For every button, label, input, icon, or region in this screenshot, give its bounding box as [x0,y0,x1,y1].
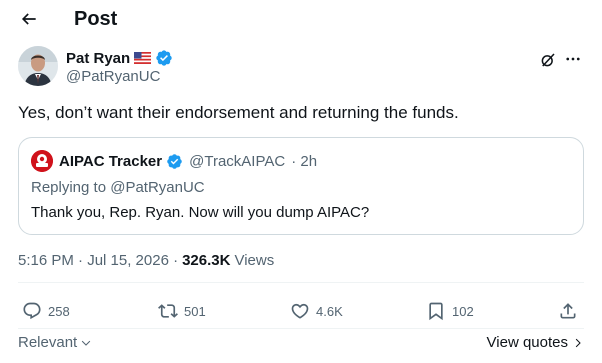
repost-button[interactable]: 501 [158,298,206,324]
post-meta: 5:16 PM · Jul 15, 2026 · 326.3K Views [18,252,274,269]
like-button[interactable]: 4.6K [290,298,343,324]
repost-count: 501 [184,303,206,319]
view-quotes-label: View quotes [486,334,568,351]
post-author: Pat Ryan @PatRyanUC [18,46,584,88]
avatar-photo [18,46,58,86]
quote-author-handle: @TrackAIPAC [189,152,286,170]
top-bar: Post [0,0,602,38]
views-label: Views [234,252,275,269]
quote-time: · 2h [291,152,318,170]
page-title: Post [74,8,118,30]
sort-label: Relevant [18,334,78,351]
quote-avatar [31,150,53,172]
quote-author-name: AIPAC Tracker [59,152,163,170]
bookmark-count: 102 [452,303,474,319]
post-text: Yes, don’t want their endorsement and re… [18,103,459,122]
share-button[interactable] [558,298,578,324]
action-bar: 258 501 4.6K 102 [18,298,584,324]
us-flag-icon [134,52,152,64]
sort-replies-dropdown[interactable]: Relevant [18,334,92,351]
divider [18,282,584,283]
verified-badge-icon [167,153,182,169]
arrow-left-icon [21,13,36,25]
back-button[interactable] [16,6,42,32]
more-horizontal-icon [566,57,580,61]
aipac-tracker-logo-icon [31,150,53,172]
view-quotes-link[interactable]: View quotes [487,334,584,351]
avatar[interactable] [18,46,58,86]
quote-text: Thank you, Rep. Ryan. Now will you dump … [31,204,370,221]
author-handle[interactable]: @PatRyanUC [66,68,160,85]
bookmark-icon [429,302,443,321]
views-count: 326.3K [182,252,231,269]
quote-replying-to: Replying to @PatRyanUC [31,179,205,196]
chevron-down-icon [81,340,91,346]
bookmark-button[interactable]: 102 [426,298,474,324]
author-name[interactable]: Pat Ryan [66,50,130,67]
like-count: 4.6K [316,303,343,319]
divider [18,328,584,329]
replying-to-label: Replying to [31,179,107,196]
repost-icon [158,304,178,318]
verified-badge-icon [156,50,172,66]
post-timestamp[interactable]: 5:16 PM · Jul 15, 2026 · [18,252,178,269]
chevron-right-icon [575,338,581,347]
heart-icon [291,303,309,319]
reply-count: 258 [48,303,70,319]
reply-button[interactable]: 258 [22,298,70,324]
replying-to-mention[interactable]: @PatRyanUC [110,179,204,196]
share-icon [560,303,576,319]
quoted-post[interactable]: AIPAC Tracker @TrackAIPAC · 2h Replying … [18,137,584,235]
more-options-button[interactable] [562,48,584,70]
reply-icon [23,302,41,320]
grok-button[interactable] [538,50,558,70]
grok-icon [541,53,555,67]
replies-footer: Relevant View quotes [18,334,584,354]
